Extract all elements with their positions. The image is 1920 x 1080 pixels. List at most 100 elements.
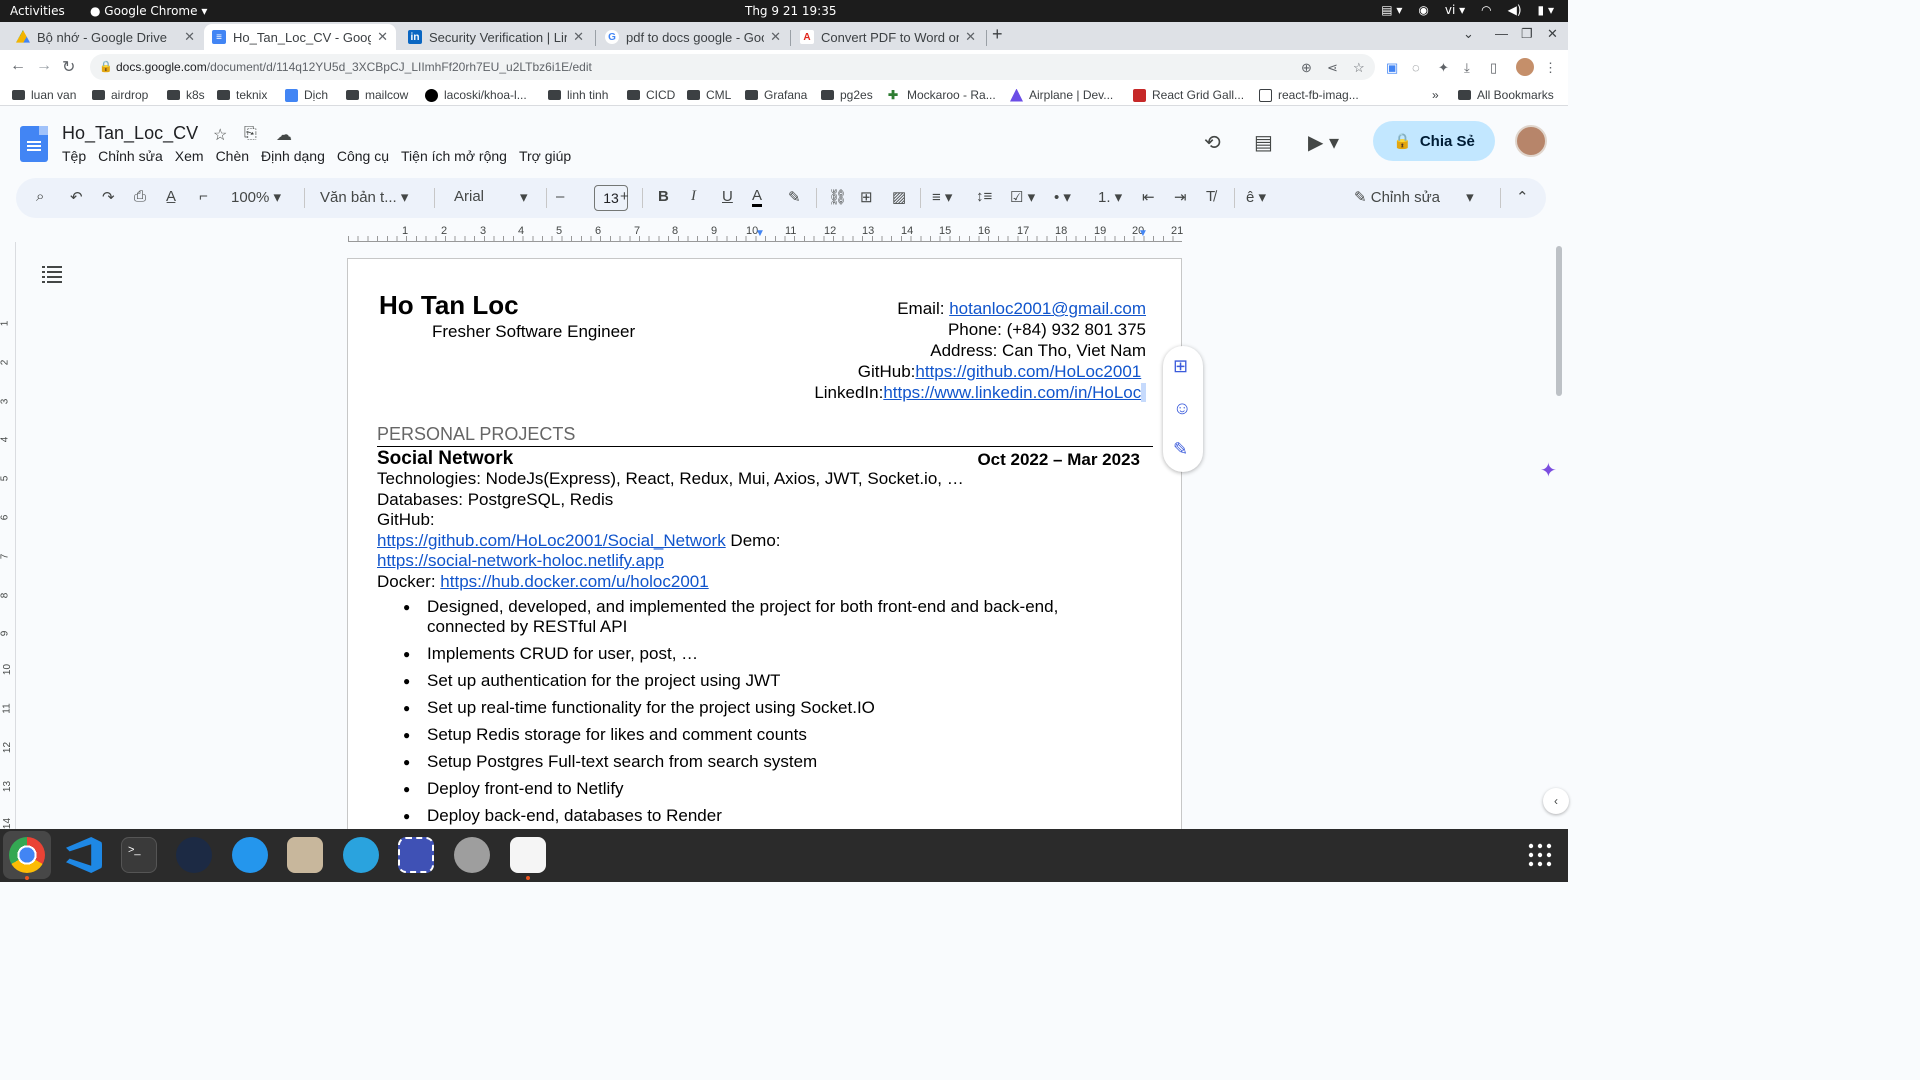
underline-icon[interactable]: U	[722, 188, 733, 205]
more-menu-icon[interactable]: ⋮	[1544, 60, 1557, 76]
menu-edit[interactable]: Chỉnh sửa	[98, 148, 163, 164]
vertical-ruler[interactable]: 1 2 3 4 5 6 7 8 9 10 11 12 13 14	[0, 242, 16, 832]
bookmarks-overflow-button[interactable]: »	[1432, 88, 1439, 102]
spellcheck-icon[interactable]: A̲	[166, 188, 176, 205]
clear-formatting-icon[interactable]: T̸	[1206, 188, 1215, 205]
menu-extensions[interactable]: Tiện ích mở rộng	[401, 148, 507, 164]
bulleted-list-icon[interactable]: • ▾	[1054, 188, 1071, 206]
scrollbar[interactable]	[1556, 246, 1562, 396]
user-avatar[interactable]	[1515, 125, 1547, 157]
comments-icon[interactable]: ▤	[1254, 130, 1273, 155]
chrome-tray-icon[interactable]: ◉	[1418, 3, 1428, 17]
activities-button[interactable]: Activities	[10, 4, 65, 18]
bookmark-item[interactable]: CML	[687, 88, 731, 102]
close-icon[interactable]: ✕	[965, 29, 976, 45]
suggest-edit-icon[interactable]: ✎	[1173, 439, 1188, 460]
tab-linkedin[interactable]: in Security Verification | Link ✕	[400, 24, 592, 50]
dbeaver-app-icon[interactable]	[176, 837, 212, 873]
close-icon[interactable]: ✕	[377, 29, 388, 45]
meet-icon[interactable]: ▶ ▾	[1308, 130, 1339, 155]
increase-indent-icon[interactable]: ⇥	[1174, 188, 1187, 206]
translate-extension-icon[interactable]: ▣	[1386, 60, 1398, 76]
insert-comment-icon[interactable]: ⊞	[860, 188, 873, 206]
bold-icon[interactable]: B	[658, 188, 669, 205]
print-icon[interactable]: ⎙	[134, 188, 146, 205]
site-info-icon[interactable]: 🔒	[99, 54, 113, 80]
cloud-status-icon[interactable]: ☁	[276, 125, 292, 145]
share-button[interactable]: 🔒 Chia Sẻ	[1373, 121, 1495, 161]
tab-google-drive[interactable]: Bộ nhớ - Google Drive ✕	[8, 24, 203, 50]
menu-file[interactable]: Tệp	[62, 148, 86, 164]
zoom-select[interactable]: 100% ▾	[231, 188, 281, 206]
menu-tools[interactable]: Công cụ	[337, 148, 389, 164]
extensions-puzzle-icon[interactable]: ✦	[1438, 60, 1449, 76]
document-page[interactable]: Ho Tan Loc Fresher Software Engineer Ema…	[347, 258, 1182, 838]
docker-app-icon[interactable]	[232, 837, 268, 873]
app-menu[interactable]: ● Google Chrome ▾	[90, 4, 207, 18]
maximize-icon[interactable]: ❐	[1521, 26, 1533, 42]
align-icon[interactable]: ≡ ▾	[932, 188, 952, 206]
text-editor-app-icon[interactable]	[510, 837, 546, 873]
highlight-icon[interactable]: ✎	[788, 188, 801, 206]
menu-help[interactable]: Trợ giúp	[519, 148, 571, 164]
files-app-icon[interactable]	[287, 837, 323, 873]
back-icon[interactable]: ←	[10, 57, 26, 75]
bookmark-item[interactable]: lacoski/khoa-l...	[425, 88, 527, 102]
telegram-app-icon[interactable]	[343, 837, 379, 873]
increase-font-icon[interactable]: +	[620, 188, 629, 205]
document-title[interactable]: Ho_Tan_Loc_CV	[62, 123, 198, 144]
close-icon[interactable]: ✕	[573, 29, 584, 45]
bookmark-item[interactable]: React Grid Gall...	[1133, 88, 1244, 102]
github-link[interactable]: https://github.com/HoLoc2001	[915, 362, 1141, 381]
close-icon[interactable]: ✕	[770, 29, 781, 45]
terminal-app-icon[interactable]: >_	[121, 837, 157, 873]
search-menus-icon[interactable]: ⌕	[36, 188, 44, 205]
menu-insert[interactable]: Chèn	[216, 148, 249, 164]
bookmark-item[interactable]: linh tinh	[548, 88, 608, 102]
style-select[interactable]: Văn bản t... ▾	[320, 188, 408, 206]
forward-icon[interactable]: →	[36, 57, 52, 75]
linkedin-link[interactable]: https://www.linkedin.com/in/HoLoc	[883, 383, 1141, 402]
system-tray[interactable]: ▤ ▾ ◉ vi ▾ ◠ ◀) ▮ ▾	[1381, 3, 1554, 17]
checklist-icon[interactable]: ☑ ▾	[1010, 188, 1035, 206]
add-comment-icon[interactable]: ⊞	[1173, 356, 1188, 377]
paint-format-icon[interactable]: ⌐	[199, 188, 208, 205]
vscode-app-icon[interactable]	[66, 837, 102, 873]
show-apps-icon[interactable]	[1528, 843, 1552, 867]
right-indent-marker-icon[interactable]: ▼	[1138, 228, 1148, 239]
bookmark-item[interactable]: luan van	[12, 88, 76, 102]
star-icon[interactable]: ☆	[213, 125, 227, 145]
menu-view[interactable]: Xem	[175, 148, 204, 164]
tab-google-docs[interactable]: ≡ Ho_Tan_Loc_CV - Google ✕	[204, 24, 396, 50]
line-spacing-icon[interactable]: ↕≡	[976, 188, 992, 205]
tab-google-search[interactable]: G pdf to docs google - Goog ✕	[597, 24, 789, 50]
editing-mode-select[interactable]: ✎ Chỉnh sửa ▾	[1354, 188, 1474, 206]
version-history-icon[interactable]: ⟲	[1204, 130, 1221, 155]
clipboard-icon[interactable]: ▤ ▾	[1381, 3, 1402, 17]
bookmark-item[interactable]: ✚ Mockaroo - Ra...	[888, 88, 996, 102]
collapse-menu-icon[interactable]: ⌃	[1516, 188, 1529, 206]
bookmark-item[interactable]: react-fb-imag...	[1259, 88, 1359, 102]
bookmark-item[interactable]: mailcow	[346, 88, 408, 102]
project-github-link[interactable]: https://github.com/HoLoc2001/Social_Netw…	[377, 531, 726, 550]
google-docs-logo[interactable]	[20, 126, 48, 162]
minimize-icon[interactable]: —	[1495, 26, 1508, 41]
document-outline-icon[interactable]	[42, 265, 62, 283]
close-window-icon[interactable]: ✕	[1547, 26, 1558, 42]
insert-image-icon[interactable]: ▨	[892, 188, 906, 206]
side-panel-icon[interactable]: ▯	[1490, 60, 1497, 76]
profile-avatar[interactable]	[1516, 58, 1534, 76]
indent-marker-icon[interactable]: ▼	[755, 228, 765, 239]
move-folder-icon[interactable]: ⎘	[244, 125, 257, 143]
decrease-indent-icon[interactable]: ⇤	[1142, 188, 1155, 206]
share-icon[interactable]: ⋖	[1327, 60, 1338, 76]
project-demo-link[interactable]: https://social-network-holoc.netlify.app	[377, 551, 664, 570]
bookmark-item[interactable]: Dịch	[285, 88, 328, 102]
extension-icon[interactable]: ◌	[1412, 60, 1420, 75]
bookmark-item[interactable]: CICD	[627, 88, 675, 102]
text-color-icon[interactable]: A	[752, 188, 763, 207]
email-link[interactable]: hotanloc2001@gmail.com	[949, 299, 1146, 318]
undo-icon[interactable]: ↶	[70, 188, 83, 206]
bookmark-item[interactable]: pg2es	[821, 88, 873, 102]
screenshot-app-icon[interactable]	[398, 837, 434, 873]
